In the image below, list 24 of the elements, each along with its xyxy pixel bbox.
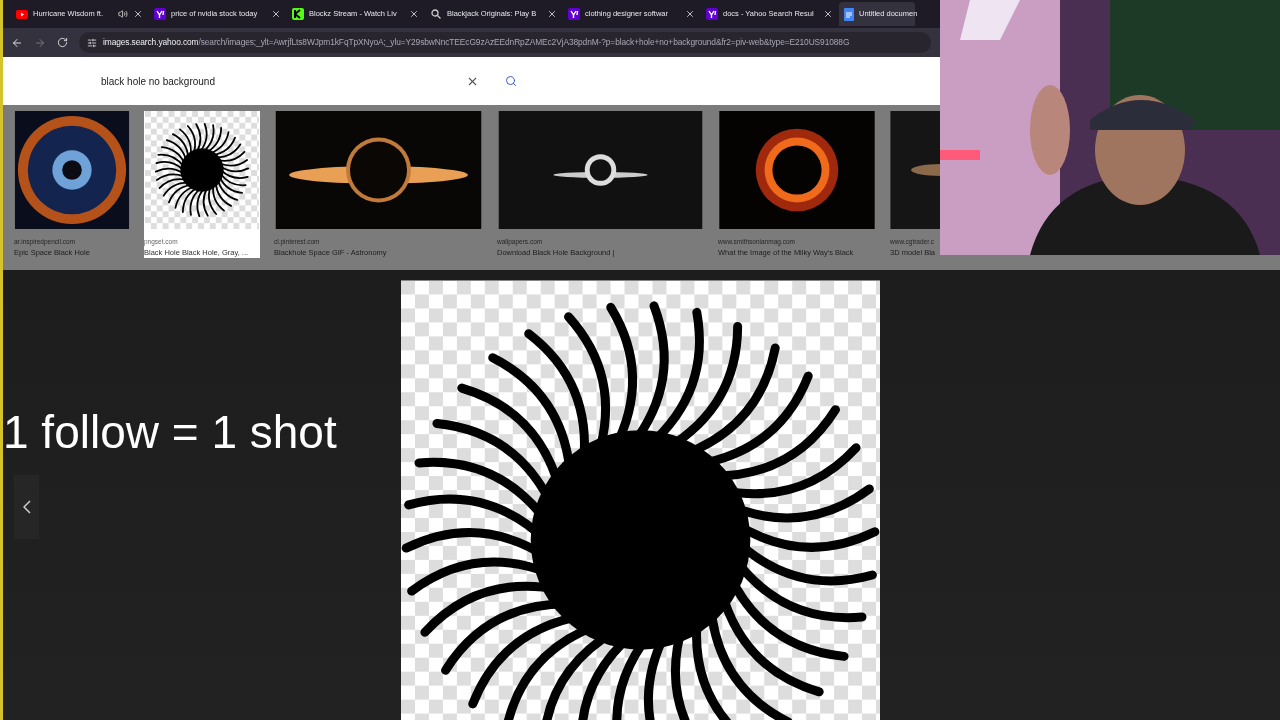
back-icon[interactable]	[11, 36, 23, 49]
close-icon[interactable]	[409, 9, 419, 19]
close-icon[interactable]	[133, 9, 143, 19]
play-icon	[16, 9, 28, 19]
url-field[interactable]: images.search.yahoo.com/search/images;_ylt=AwrjfLts8WJpm1kFqTpXNyoA;_ylu=Y29sbwNncTEEcG9zAzEEdnRpZAMEc2VjA38pdnM-?p=black+hole+no+background&fr2=piv-web&type=E210US91088G	[79, 32, 931, 53]
search-field[interactable]: black hole no background	[91, 65, 527, 97]
close-icon[interactable]	[547, 9, 557, 19]
speaker-icon[interactable]	[118, 9, 128, 19]
close-icon[interactable]	[685, 9, 695, 19]
url-text: images.search.yahoo.com/search/images;_ylt=AwrjfLts8WJpm1kFqTpXNyoA;_ylu=Y29sbwNncTEEcG9zAzEEdnRpZAMEc2VjA38pdnM-?p=black+hole+no+background&fr2=piv-web&type=E210US91088G	[103, 36, 850, 49]
yahoo-logo-icon	[706, 8, 718, 20]
yahoo-logo-icon	[154, 8, 166, 20]
k-logo-icon	[292, 8, 304, 20]
site-settings-icon[interactable]	[87, 37, 97, 48]
reload-icon[interactable]	[57, 37, 68, 48]
close-icon[interactable]	[823, 9, 833, 19]
document-icon	[844, 7, 854, 21]
close-icon[interactable]	[271, 9, 281, 19]
search-icon	[430, 8, 442, 20]
yahoo-logo-icon	[568, 8, 580, 20]
previous-button[interactable]	[14, 475, 39, 539]
chevron-left-icon	[22, 500, 31, 514]
overlay-caption: 1 follow = 1 shot	[3, 405, 337, 460]
search-icon[interactable]	[505, 75, 517, 87]
